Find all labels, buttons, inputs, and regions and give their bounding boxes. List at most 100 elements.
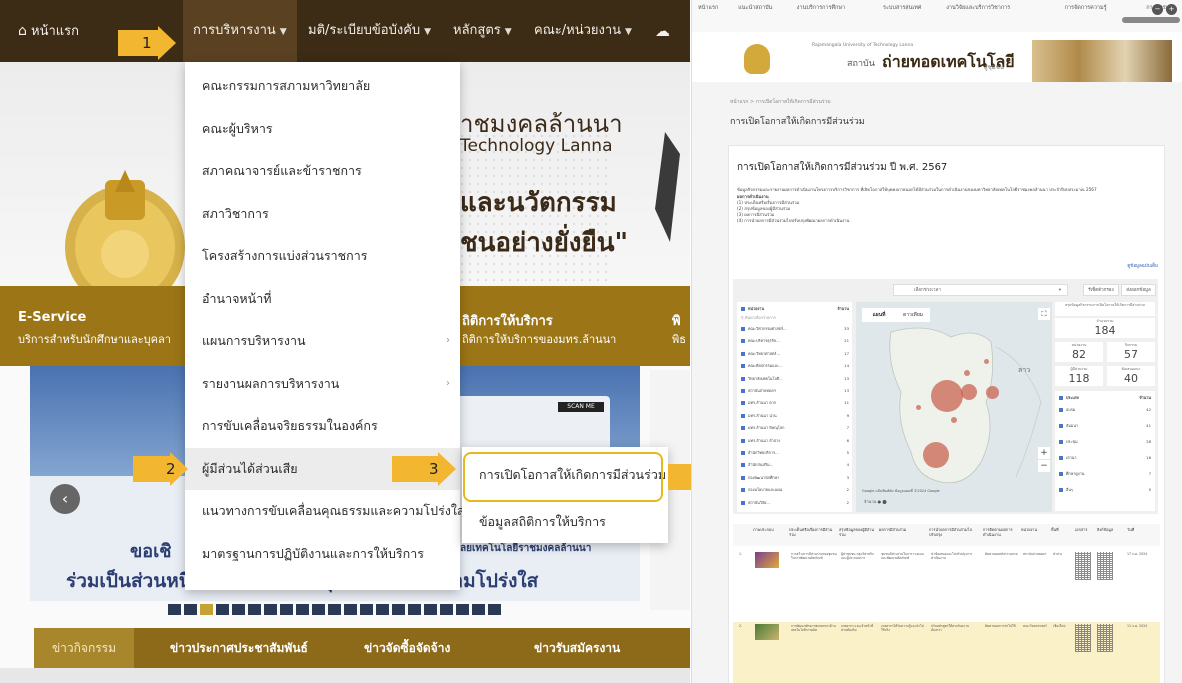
qr-code[interactable] [1097, 624, 1113, 652]
unit-filter-item[interactable]: คณะวิศวกรรมศาสตร์... 33 [741, 326, 849, 332]
map-zoom-out-icon[interactable]: − [1038, 460, 1050, 472]
map-marker[interactable] [986, 386, 999, 399]
map-view[interactable]: แผนที่ ดาวเทียม ⛶ ลาว + − Google แป้นพิม [856, 302, 1052, 512]
unit-filter-item[interactable]: คณะบริหารธุรกิจ... 21 [741, 338, 849, 344]
type-filter-item[interactable]: ประชุม 28 [1059, 439, 1151, 445]
checkbox-icon[interactable] [741, 475, 745, 480]
eservice-title[interactable]: E-Service [18, 310, 86, 325]
carousel-dot[interactable] [328, 604, 341, 615]
type-filter-item[interactable]: สัมมนา 41 [1059, 423, 1151, 429]
carousel-dot[interactable] [488, 604, 501, 615]
unit-filter-item[interactable]: สำนักส่งเสริม... 4 [741, 462, 849, 468]
table-column-header[interactable]: วันที่ [1127, 527, 1158, 532]
export-button[interactable]: ส่งออกข้อมูล [1121, 284, 1156, 296]
tab-procurement[interactable]: ข่าวจัดซื้อจัดจ้าง [364, 628, 450, 668]
unit-filter-item[interactable]: กองนโยบายและแผน 2 [741, 487, 849, 493]
checkbox-icon[interactable] [741, 327, 745, 331]
breadcrumb[interactable]: หน้าแรก > การเปิดโอกาสให้เกิดการมีส่วนร่… [730, 98, 831, 106]
unit-filter-item[interactable]: คณะวิทยาศาสตร์... 17 [741, 351, 849, 357]
tab-announcements[interactable]: ข่าวประกาศประชาสัมพันธ์ [170, 628, 308, 668]
carousel-dot[interactable] [200, 604, 213, 615]
dropdown-item[interactable]: แนวทางการขับเคลื่อนคุณธรรมและความโปร่งใส [185, 490, 465, 532]
checkbox-icon[interactable] [1059, 488, 1063, 492]
checkbox-icon[interactable] [741, 351, 745, 356]
checkbox-icon[interactable] [741, 463, 745, 468]
checkbox-icon[interactable] [741, 364, 745, 369]
dropdown-item[interactable]: การขับเคลื่อนจริยธรรมในองค์กร [185, 405, 460, 447]
checkbox-icon[interactable] [741, 413, 745, 418]
table-column-header[interactable]: การนำผลการมีส่วนร่วมไปปรับปรุง [929, 527, 981, 537]
table-column-header[interactable]: สรุปข้อมูลของผู้มีส่วนร่วม [839, 527, 877, 537]
checkbox-icon[interactable] [741, 339, 745, 344]
type-filter-item[interactable]: อื่นๆ 5 [1059, 487, 1151, 493]
checkbox-icon[interactable] [741, 500, 745, 505]
period-select[interactable]: เลือกช่วงเวลา ▾ [893, 284, 1068, 296]
qr-code[interactable] [1075, 624, 1091, 652]
checkbox-icon[interactable] [741, 451, 745, 455]
carousel-dot[interactable] [312, 604, 325, 615]
carousel-dot[interactable] [360, 604, 373, 615]
service-stats-title[interactable]: ถิติการให้บริการ [462, 310, 553, 331]
nav-faculties[interactable]: คณะ/หน่วยงาน ▼ [534, 0, 632, 62]
unit-search-input[interactable]: ⚲ ค้นหาเลือกรายการ [741, 315, 849, 321]
checkbox-icon[interactable] [741, 389, 745, 393]
carousel-dot[interactable] [456, 604, 469, 615]
type-filter-item[interactable]: อบรม 42 [1059, 407, 1151, 413]
map-marker-small[interactable] [984, 359, 989, 364]
map-marker-large[interactable] [931, 380, 963, 412]
institute-nav-item[interactable]: ระบบสารสนเทศ [883, 4, 921, 12]
unit-filter-item[interactable]: มทร.ล้านนา น่าน 9 [741, 413, 849, 419]
checkbox-icon[interactable] [1059, 472, 1063, 476]
nav-home[interactable]: ⌂ หน้าแรก [18, 0, 79, 62]
table-column-header[interactable]: เอกสาร [1075, 527, 1095, 532]
checkbox-icon[interactable] [1059, 424, 1063, 428]
carousel-dot[interactable] [392, 604, 405, 615]
carousel-dot[interactable] [216, 604, 229, 615]
map-marker-large[interactable] [923, 442, 949, 468]
institute-nav-item[interactable]: หน้าแรก [698, 4, 718, 12]
carousel-dot[interactable] [440, 604, 453, 615]
tab-jobs[interactable]: ข่าวรับสมัครงาน [534, 628, 620, 668]
table-column-header[interactable]: ลิงก์ข้อมูล [1097, 527, 1125, 532]
checkbox-icon[interactable] [741, 426, 745, 431]
table-column-header[interactable]: ประเด็นหรือเรื่องการมีส่วนร่วม [789, 527, 837, 537]
nav-rules[interactable]: มติ/ระเบียบข้อบังคับ ▼ [308, 0, 431, 62]
checkbox-icon[interactable] [1059, 456, 1063, 460]
dropdown-item[interactable]: สภาวิชาการ [185, 193, 460, 235]
nav-admin[interactable]: การบริหารงาน ▼ [183, 0, 297, 62]
reset-filter-button[interactable]: รีเซ็ตตัวกรอง [1083, 284, 1119, 296]
map-marker-small[interactable] [916, 405, 921, 410]
map-marker-small[interactable] [964, 370, 970, 376]
carousel-dot[interactable] [184, 604, 197, 615]
unit-filter-item[interactable]: วิทยาลัยเทคโนโลยี... 13 [741, 376, 849, 382]
checkbox-icon[interactable] [741, 488, 745, 493]
dropdown-item[interactable]: สภาคณาจารย์และข้าราชการ [185, 150, 460, 192]
dropdown-item[interactable]: โครงสร้างการแบ่งส่วนราชการ [185, 235, 460, 277]
carousel-dot[interactable] [296, 604, 309, 615]
carousel-dot[interactable] [376, 604, 389, 615]
map-zoom-in-icon[interactable]: + [1038, 447, 1050, 459]
unit-filter-item[interactable]: มทร.ล้านนา ตาก 11 [741, 400, 849, 406]
dropdown-item[interactable]: อำนาจหน้าที่ [185, 278, 460, 320]
dropdown-item[interactable]: รายงานผลการบริหารงาน › [185, 363, 460, 405]
zoom-slider[interactable] [1122, 17, 1180, 23]
carousel-prev-button[interactable]: ‹ [50, 484, 80, 514]
cloud-icon[interactable]: ☁ [655, 0, 670, 62]
unit-filter-item[interactable]: คณะศิลปกรรมและ... 14 [741, 363, 849, 369]
table-column-header[interactable]: ผลการมีส่วนร่วม [879, 527, 927, 532]
dropdown-item[interactable]: คณะผู้บริหาร [185, 108, 460, 150]
nav-courses[interactable]: หลักสูตร ▼ [453, 0, 512, 62]
dropdown-item[interactable]: แผนการบริหารงาน › [185, 320, 460, 362]
table-column-header[interactable]: พื้นที่ [1051, 527, 1073, 532]
carousel-dot[interactable] [232, 604, 245, 615]
carousel-dot[interactable] [344, 604, 357, 615]
dropdown-item[interactable]: มาตรฐานการปฏิบัติงานและการให้บริการ [185, 533, 460, 575]
institute-nav-item[interactable]: การจัดการความรู้ [1065, 4, 1107, 12]
checkbox-icon[interactable] [741, 376, 745, 381]
checkbox-icon[interactable] [741, 438, 745, 443]
table-column-header[interactable]: ภาพประกอบ [753, 527, 787, 532]
institute-nav-item[interactable]: งานวิจัยและบริการวิชาการ [946, 4, 1010, 12]
unit-filter-item[interactable]: สถาบันวิจัย... 2 [741, 500, 849, 506]
carousel-dot[interactable] [424, 604, 437, 615]
map-marker[interactable] [961, 384, 977, 400]
